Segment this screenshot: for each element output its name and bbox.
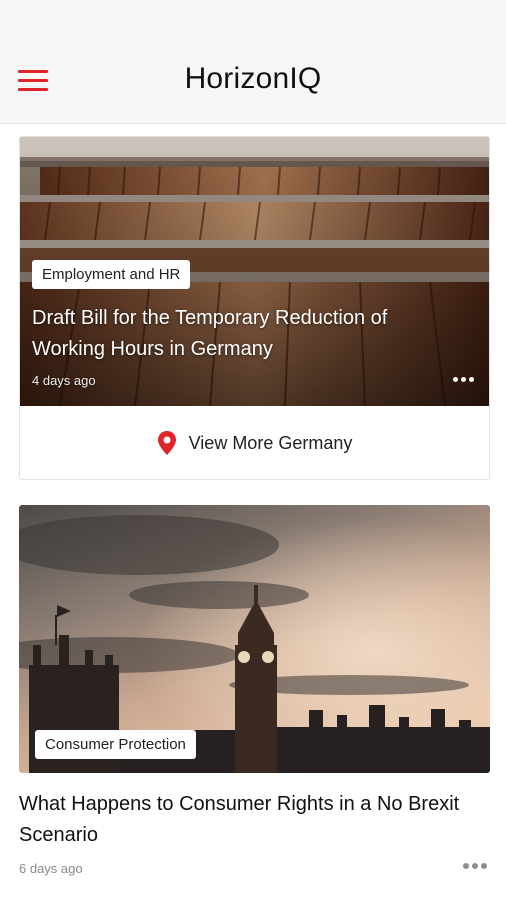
view-more-label: View More Germany <box>188 432 353 453</box>
more-options-icon[interactable] <box>453 377 474 382</box>
article-date: 6 days ago <box>19 861 83 876</box>
featured-article-date: 4 days ago <box>32 373 96 388</box>
big-ben-image[interactable]: Consumer Protection <box>19 505 490 773</box>
app-title: HorizonIQ <box>184 62 322 95</box>
featured-article-card[interactable]: Employment and HR Draft Bill for the Tem… <box>19 136 490 480</box>
view-more-country-button[interactable]: View More Germany <box>20 406 489 479</box>
location-pin-icon <box>157 431 176 455</box>
app-header: HorizonIQ <box>0 0 506 124</box>
category-tag[interactable]: Consumer Protection <box>35 730 196 759</box>
category-tag[interactable]: Employment and HR <box>32 260 191 289</box>
featured-article-title[interactable]: Draft Bill for the Temporary Reduction o… <box>32 303 432 365</box>
article-title[interactable]: What Happens to Consumer Rights in a No … <box>19 789 499 851</box>
more-options-icon[interactable] <box>463 863 487 869</box>
law-books-image[interactable]: Employment and HR Draft Bill for the Tem… <box>20 137 489 406</box>
